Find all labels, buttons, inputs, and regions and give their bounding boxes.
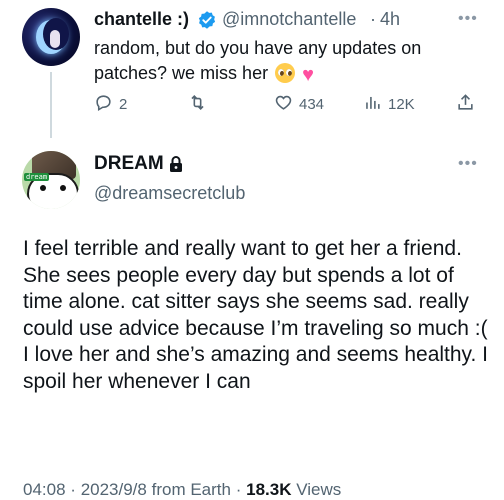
pink-heart-emoji-icon: ♥ [302,64,314,86]
reply-count: 2 [119,95,128,113]
dream-avatar[interactable]: dream [22,151,80,209]
main-views-count[interactable]: 18.3K [246,480,291,499]
retweet-action[interactable] [188,92,207,116]
like-action[interactable]: 434 [274,92,324,116]
views-action[interactable]: 12K [363,92,415,116]
like-count: 434 [299,95,325,113]
reply-action[interactable]: 2 [94,92,127,116]
tweet-metadata: 04:08 · 2023/9/8 from Earth · 18.3K View… [23,480,341,500]
retweet-icon [191,94,204,110]
main-handle[interactable]: @dreamsecretclub [94,183,245,204]
heart-icon [275,95,292,110]
share-icon [458,93,473,110]
reply-display-name[interactable]: chantelle :) [94,9,189,30]
chantelle-avatar[interactable] [22,8,80,66]
tweet-source: from Earth [151,480,231,499]
verified-badge-icon[interactable] [197,10,217,30]
tweet-date[interactable]: 2023/9/8 [81,480,147,499]
views-count: 12K [388,95,415,113]
separator-dot: · [370,9,376,29]
reply-text: random, but do you have any updates on p… [94,36,494,88]
reply-text-content: random, but do you have any updates on p… [94,38,422,83]
separator-dot: · [235,480,242,499]
avatar-tag: dream [24,173,50,181]
thread-connector-line [50,72,52,138]
views-label: Views [296,480,342,499]
pleading-face-emoji-icon [275,63,296,83]
main-display-name[interactable]: DREAM [94,153,164,175]
share-button[interactable] [456,92,475,116]
main-tweet-text: I feel terrible and really want to get h… [23,237,488,393]
separator-dot: · [70,480,76,499]
views-bar-chart-icon [366,96,380,109]
more-options-icon[interactable]: ••• [458,10,478,28]
tweet-time[interactable]: 04:08 [23,480,66,499]
reply-handle[interactable]: @imnotchantelle [222,9,356,30]
reply-icon [96,94,111,111]
protected-lock-icon [170,156,182,172]
more-options-icon[interactable]: ••• [458,155,478,173]
reply-timestamp[interactable]: 4h [380,9,400,30]
